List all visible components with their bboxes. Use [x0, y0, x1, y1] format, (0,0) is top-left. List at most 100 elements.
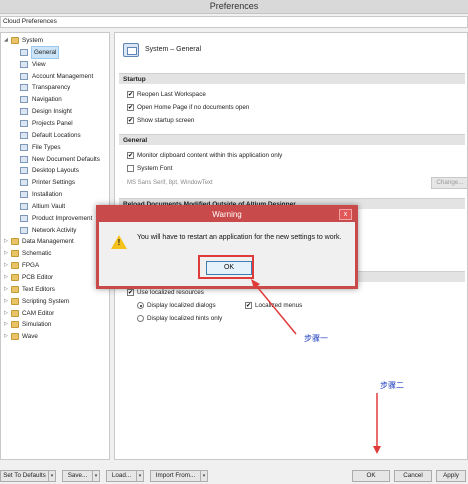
tree-item[interactable]: Printer Settings [20, 177, 109, 188]
tree-item[interactable]: Installation [20, 189, 109, 200]
warning-dialog: Warning x ! You will have to restart an … [96, 205, 358, 289]
settings-page-icon [20, 191, 28, 199]
section-general: General [119, 134, 465, 145]
tree-item[interactable]: ▷ Schematic [4, 248, 108, 259]
tree-item[interactable]: ▷ Text Editors [4, 284, 108, 295]
tree-item-label: Default Locations [32, 131, 81, 139]
tree-item-label: Data Management [22, 238, 74, 246]
tree-item[interactable]: ▷ Data Management [4, 236, 108, 247]
import-from-button[interactable]: Import From... ▾ [150, 470, 208, 482]
checkbox[interactable] [127, 104, 134, 111]
tree-item[interactable]: Navigation [20, 94, 109, 105]
dropdown-arrow-icon[interactable]: ▾ [136, 471, 143, 481]
tree-item-label: Desktop Layouts [32, 167, 79, 175]
tree-item[interactable]: ▷ Wave [4, 331, 108, 342]
tree-item[interactable]: ▷ Simulation [4, 319, 108, 330]
collapsed-chevron-icon[interactable]: ▷ [4, 284, 10, 295]
radio[interactable] [137, 315, 144, 322]
tree-item-label: Wave [22, 333, 38, 341]
section-startup: Startup [119, 73, 465, 84]
tree-item[interactable]: ▷ FPGA [4, 260, 108, 271]
dialog-ok-button[interactable]: OK [206, 261, 252, 275]
dialog-title: Warning [212, 210, 242, 219]
ok-button[interactable]: OK [352, 470, 390, 482]
collapsed-chevron-icon[interactable]: ▷ [4, 319, 10, 330]
tree-item-label: New Document Defaults [32, 155, 100, 163]
dropdown-arrow-icon[interactable]: ▾ [48, 471, 55, 481]
tree-item[interactable]: ◢ System [4, 35, 108, 46]
folder-icon [11, 321, 19, 329]
window-title: Preferences [209, 1, 259, 11]
tree-item[interactable]: ▷ Scripting System [4, 296, 108, 307]
tree-item-label: General [30, 45, 60, 59]
tree-item[interactable]: View [20, 59, 109, 70]
tree-item-label: Text Editors [22, 285, 55, 293]
collapsed-chevron-icon[interactable]: ▷ [4, 308, 10, 319]
checkbox-label: Localized menus [255, 302, 303, 309]
warning-mark: ! [117, 238, 121, 247]
dropdown-arrow-icon[interactable]: ▾ [92, 471, 99, 481]
folder-icon [11, 37, 19, 44]
radio-label: Display localized hints only [147, 315, 223, 322]
checkbox[interactable] [127, 289, 134, 296]
checkbox[interactable] [245, 302, 252, 309]
dropdown-arrow-icon[interactable]: ▾ [200, 471, 207, 481]
checkbox[interactable] [127, 91, 134, 98]
step1-annotation: 步骤一 [304, 334, 328, 343]
collapsed-chevron-icon[interactable]: ▷ [4, 260, 10, 271]
dialog-message: You will have to restart an application … [137, 234, 342, 241]
folder-icon [11, 238, 19, 246]
tree-item-label: Schematic [22, 250, 52, 258]
search-input[interactable]: Cloud Preferences [0, 16, 468, 28]
apply-button[interactable]: Apply [436, 470, 466, 482]
tree-item[interactable]: Account Management [20, 71, 109, 82]
change-font-button[interactable]: Change... [431, 177, 467, 189]
tree-item-label: Transparency [32, 84, 71, 92]
tree-item-label: Scripting System [22, 297, 70, 305]
collapsed-chevron-icon[interactable]: ▷ [4, 296, 10, 307]
button-label: Load... [111, 472, 132, 479]
tree-item[interactable]: Design Insight [20, 106, 109, 117]
set-to-defaults-button[interactable]: Set To Defaults ▾ [0, 470, 56, 482]
settings-page-icon [20, 119, 28, 127]
checkbox[interactable] [127, 152, 134, 159]
tree-item-label: Product Improvement [32, 214, 93, 222]
tree-item[interactable]: General [20, 45, 109, 59]
folder-icon [11, 274, 19, 281]
radio[interactable] [137, 302, 144, 309]
checkbox-label: Use localized resources [137, 289, 204, 296]
collapsed-chevron-icon[interactable]: ▷ [4, 272, 10, 283]
preferences-tree: ◢ System General View Account Management Tran… [0, 32, 110, 460]
cancel-button[interactable]: Cancel [394, 470, 432, 482]
collapsed-chevron-icon[interactable]: ▷ [4, 236, 10, 247]
checkbox-label: Monitor clipboard content within this ap… [137, 152, 283, 159]
folder-icon [11, 262, 19, 270]
tree-item[interactable]: Projects Panel [20, 118, 109, 129]
close-icon[interactable]: x [339, 209, 352, 220]
folder-icon [11, 309, 19, 317]
folder-icon [11, 250, 19, 258]
tree-item[interactable]: ▷ CAM Editor [4, 308, 108, 319]
tree-item-label: FPGA [22, 262, 40, 270]
load-button[interactable]: Load... ▾ [106, 470, 144, 482]
tree-item[interactable]: Default Locations [20, 130, 109, 141]
save-button[interactable]: Save... ▾ [62, 470, 100, 482]
footer-bar: Set To Defaults ▾ Save... ▾ Load... ▾ Im… [0, 466, 468, 484]
checkbox[interactable] [127, 117, 134, 124]
settings-page-icon [20, 214, 28, 222]
collapsed-chevron-icon[interactable]: ▷ [4, 248, 10, 259]
settings-page-icon [20, 96, 28, 104]
checkbox[interactable] [127, 165, 134, 172]
expanded-chevron-icon[interactable]: ◢ [4, 35, 10, 46]
tree-item-label: Navigation [32, 96, 62, 104]
tree-item-label: View [32, 60, 46, 68]
tree-item-label: Account Management [32, 72, 94, 80]
collapsed-chevron-icon[interactable]: ▷ [4, 331, 10, 342]
tree-item[interactable]: New Document Defaults [20, 154, 109, 165]
settings-page-icon [20, 179, 28, 187]
tree-item[interactable]: Transparency [20, 82, 109, 93]
tree-item[interactable]: ▷ PCB Editor [4, 272, 108, 283]
tree-item[interactable]: File Types [20, 142, 109, 153]
tree-item[interactable]: Desktop Layouts [20, 165, 109, 176]
tree-item-label: Altium Vault [32, 202, 66, 210]
